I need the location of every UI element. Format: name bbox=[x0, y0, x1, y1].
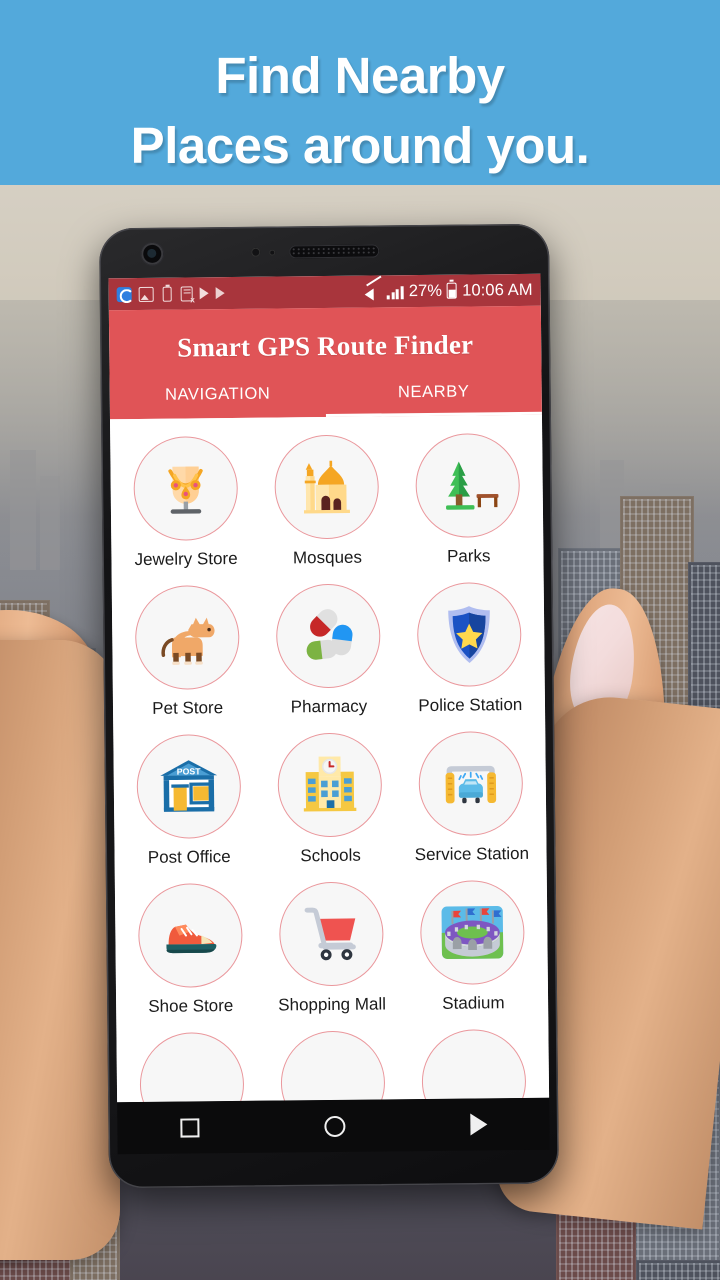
grid-item-pet-store[interactable]: Pet Store bbox=[116, 575, 259, 725]
triangle-back-icon[interactable] bbox=[469, 1113, 488, 1136]
post-office-icon: POST bbox=[159, 760, 217, 812]
category-circle bbox=[134, 584, 240, 691]
category-circle bbox=[275, 583, 381, 689]
tab-nearby[interactable]: NEARBY bbox=[326, 382, 542, 417]
category-label: Parks bbox=[446, 546, 491, 566]
status-bar-right-icons: 27% 10:06 AM bbox=[365, 280, 533, 301]
police-badge-icon bbox=[448, 606, 491, 663]
grid-item-schools[interactable]: Schools bbox=[259, 722, 402, 872]
phone-top-bezel bbox=[99, 224, 549, 279]
category-circle bbox=[278, 881, 384, 987]
category-circle bbox=[280, 1030, 386, 1103]
car-wash-icon bbox=[445, 765, 497, 804]
battery-saver-icon bbox=[162, 286, 172, 302]
android-navigation-bar bbox=[117, 1097, 550, 1155]
grid-item-partial[interactable] bbox=[262, 1020, 405, 1103]
light-sensor-icon bbox=[269, 249, 276, 256]
phone-device: 27% 10:06 AM Smart GPS Route Finder NAVI… bbox=[98, 223, 560, 1189]
category-circle bbox=[418, 730, 524, 837]
sneaker-icon bbox=[166, 924, 217, 954]
category-circle bbox=[421, 1028, 527, 1103]
grid-item-parks[interactable]: Parks bbox=[397, 423, 540, 573]
category-label: Pet Store bbox=[152, 698, 224, 718]
grid-item-jewelry-store[interactable]: Jewelry Store bbox=[114, 426, 257, 576]
document-error-icon bbox=[180, 285, 193, 302]
cat-icon bbox=[161, 617, 215, 665]
checkmark-flag-icon bbox=[215, 287, 225, 300]
phone-screen: 27% 10:06 AM Smart GPS Route Finder NAVI… bbox=[108, 273, 550, 1103]
category-circle bbox=[277, 732, 383, 838]
category-circle bbox=[132, 435, 238, 542]
status-bar: 27% 10:06 AM bbox=[108, 273, 541, 311]
grid-item-post-office[interactable]: POST Post Office bbox=[117, 724, 260, 874]
earpiece-speaker-icon bbox=[289, 244, 380, 259]
category-circle bbox=[417, 581, 523, 688]
app-title: Smart GPS Route Finder bbox=[177, 329, 474, 363]
category-circle bbox=[415, 432, 521, 539]
circle-home-icon[interactable] bbox=[323, 1115, 346, 1137]
category-label: Mosques bbox=[292, 547, 363, 568]
tab-navigation[interactable]: NAVIGATION bbox=[110, 384, 326, 419]
signal-bars-icon bbox=[386, 284, 404, 299]
category-label: Shoe Store bbox=[148, 996, 234, 1016]
app-bar: Smart GPS Route Finder NAVIGATION NEARBY bbox=[108, 305, 542, 420]
palm bbox=[0, 640, 120, 1260]
category-circle bbox=[137, 882, 243, 989]
grid-item-shoe-store[interactable]: Shoe Store bbox=[119, 873, 262, 1023]
svg-text:POST: POST bbox=[176, 766, 201, 776]
category-label: Shopping Mall bbox=[278, 994, 387, 1015]
grid-item-shopping-mall[interactable]: Shopping Mall bbox=[260, 871, 403, 1021]
pills-icon bbox=[306, 609, 353, 660]
category-label: Service Station bbox=[414, 843, 530, 865]
status-bar-left-icons bbox=[116, 285, 225, 302]
front-camera-icon bbox=[141, 242, 164, 265]
tab-bar: NAVIGATION NEARBY bbox=[110, 382, 542, 420]
grid-item-service-station[interactable]: Service Station bbox=[400, 721, 543, 871]
grid-item-pharmacy[interactable]: Pharmacy bbox=[257, 573, 400, 723]
necklace-icon bbox=[168, 466, 203, 514]
category-label: Post Office bbox=[147, 847, 231, 867]
stadium-icon bbox=[441, 905, 504, 960]
category-label: Police Station bbox=[418, 694, 523, 716]
proximity-sensor-icon bbox=[251, 247, 261, 257]
category-label: Schools bbox=[300, 845, 361, 866]
category-circle: POST bbox=[135, 733, 242, 840]
image-icon bbox=[138, 286, 154, 302]
grid-item-mosques[interactable]: Mosques bbox=[255, 424, 398, 574]
mosque-icon bbox=[303, 460, 350, 514]
sync-icon bbox=[116, 286, 132, 302]
category-label: Jewelry Store bbox=[134, 548, 238, 570]
park-tree-icon bbox=[446, 461, 499, 510]
grid-item-partial[interactable] bbox=[120, 1022, 263, 1103]
category-circle bbox=[420, 879, 526, 986]
battery-percent-label: 27% bbox=[408, 281, 443, 300]
grid-item-partial[interactable] bbox=[403, 1019, 546, 1103]
school-building-icon bbox=[303, 756, 357, 812]
shopping-cart-icon bbox=[304, 907, 356, 961]
battery-icon bbox=[447, 282, 458, 299]
category-circle bbox=[139, 1031, 245, 1103]
grid-item-stadium[interactable]: Stadium bbox=[401, 870, 544, 1020]
category-circle bbox=[274, 434, 380, 540]
volume-mute-icon bbox=[365, 284, 382, 299]
grid-item-police-station[interactable]: Police Station bbox=[398, 572, 541, 722]
nearby-category-grid: Jewelry Store Mosques Parks Pet Store Ph… bbox=[109, 414, 550, 1103]
square-recents-icon[interactable] bbox=[179, 1117, 200, 1138]
clock-label: 10:06 AM bbox=[462, 280, 533, 300]
category-label: Pharmacy bbox=[290, 696, 368, 717]
play-store-icon bbox=[199, 287, 209, 300]
category-label: Stadium bbox=[442, 993, 505, 1013]
